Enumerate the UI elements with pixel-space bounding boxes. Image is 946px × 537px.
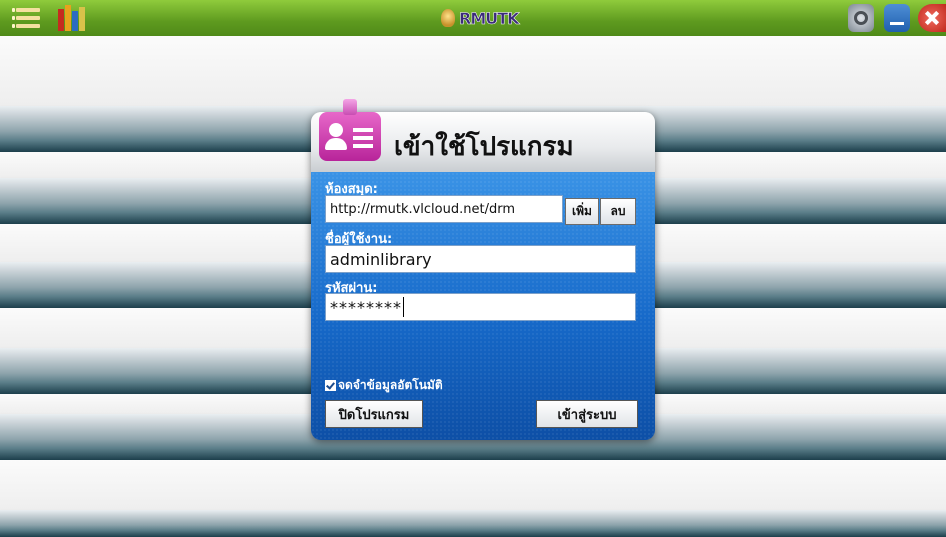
close-icon[interactable] <box>918 4 946 32</box>
delete-library-button[interactable]: ลบ <box>600 198 636 225</box>
rmutk-logo: RMUTK <box>441 7 520 29</box>
gear-icon[interactable] <box>848 4 874 32</box>
add-library-button[interactable]: เพิ่ม <box>565 198 599 225</box>
bookshelf-icon[interactable] <box>58 5 88 31</box>
list-icon[interactable] <box>12 5 44 31</box>
top-bar: RMUTK <box>0 0 946 36</box>
exit-program-button[interactable]: ปิดโปรแกรม <box>325 400 423 428</box>
shelf-background <box>0 36 946 106</box>
password-field[interactable]: ******** <box>325 293 636 321</box>
text-caret <box>403 297 404 317</box>
library-url-field[interactable]: http://rmutk.vlcloud.net/drm <box>325 195 563 223</box>
dialog-title: เข้าใช้โปรแกรม <box>394 132 574 162</box>
login-button[interactable]: เข้าสู่ระบบ <box>536 400 638 428</box>
remember-label: จดจำข้อมูลอัตโนมัติ <box>338 378 443 392</box>
username-value: adminlibrary <box>330 249 432 269</box>
shelf <box>0 510 946 537</box>
username-field[interactable]: adminlibrary <box>325 245 636 273</box>
university-emblem-icon <box>441 9 455 27</box>
library-url-value: http://rmutk.vlcloud.net/drm <box>330 201 515 217</box>
login-dialog: เข้าใช้โปรแกรม ห้องสมุด: http://rmutk.vl… <box>311 99 655 440</box>
remember-checkbox[interactable]: จดจำข้อมูลอัตโนมัติ <box>325 376 443 395</box>
minimize-icon[interactable] <box>884 4 910 32</box>
password-value: ******** <box>330 297 402 317</box>
logo-text: RMUTK <box>459 8 520 28</box>
shelf-background <box>0 460 946 510</box>
user-card-icon <box>319 99 381 161</box>
checkbox-checked-icon[interactable] <box>325 380 336 391</box>
